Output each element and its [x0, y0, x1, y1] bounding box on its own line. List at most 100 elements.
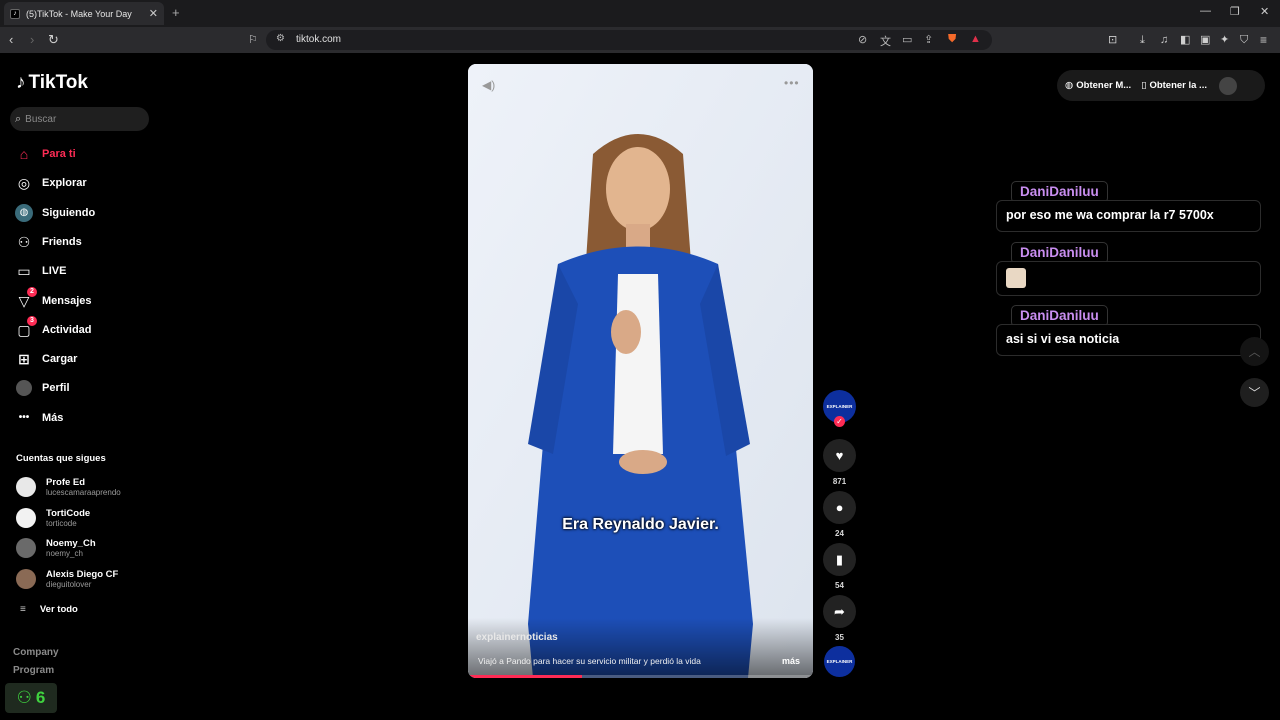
translate-icon[interactable]: 文	[880, 33, 891, 49]
nav-actividad[interactable]: ▢ 3 Actividad	[15, 316, 92, 339]
new-tab-icon[interactable]: +	[172, 5, 180, 20]
close-tab-icon[interactable]: ✕	[149, 7, 158, 20]
get-desktop-button[interactable]: ▯ Obtener la ...	[1141, 80, 1207, 91]
footer-program-link[interactable]: Program	[13, 665, 54, 676]
messages-icon: ▽ 2	[15, 287, 37, 310]
screenshot-icon[interactable]: ⊡	[1108, 32, 1117, 48]
friends-icon: ⚇	[17, 234, 31, 250]
chat-message: asi si vi esa noticia	[996, 324, 1261, 356]
music-disc-avatar[interactable]: EXPLAINER	[824, 646, 855, 677]
see-all-link[interactable]: ≡ Ver todo	[20, 604, 78, 615]
previous-video-button[interactable]: ︿	[1240, 337, 1269, 366]
list-icon: ≡	[20, 604, 26, 615]
chevron-down-icon: ﹀	[1248, 386, 1261, 400]
nav-mas[interactable]: ••• Más	[15, 409, 64, 427]
address-bar[interactable]: ⚙ tiktok.com ⊘ 文 ▭ ⇪ ⛊ ▲	[266, 30, 992, 50]
nav-cargar[interactable]: ⊞ Cargar	[15, 350, 77, 368]
messages-badge: 2	[27, 287, 37, 297]
nav-siguiendo[interactable]: ◍ Siguiendo	[15, 204, 95, 222]
activity-icon: ▢ 3	[15, 316, 37, 339]
video-bottom-gradient	[468, 618, 813, 678]
avatar	[16, 508, 36, 528]
account-handle: torticode	[46, 519, 77, 528]
footer-company-link[interactable]: Company	[13, 647, 59, 658]
chat-message: por eso me wa comprar la r7 5700x	[996, 200, 1261, 232]
avatar	[16, 477, 36, 497]
compass-icon: ◎	[17, 175, 31, 191]
vpn-icon[interactable]: ⛉	[1240, 32, 1248, 48]
following-accounts-title: Cuentas que sigues	[16, 453, 106, 464]
reload-icon[interactable]: ↻	[48, 32, 59, 48]
bookmark-icon[interactable]: ⚐	[248, 32, 258, 48]
next-video-button[interactable]: ﹀	[1240, 378, 1269, 407]
minimize-icon[interactable]: —	[1200, 5, 1211, 17]
browser-toolbar: ‹ › ↻ ⚐ ⚙ tiktok.com ⊘ 文 ▭ ⇪ ⛊ ▲ ⊡ ⤓ ♫ ◧…	[0, 27, 1280, 53]
url-text: tiktok.com	[296, 34, 342, 45]
save-count: 54	[835, 581, 844, 590]
get-app-button[interactable]: ◍ Obtener M...	[1065, 80, 1131, 91]
upload-icon: ⊞	[18, 351, 30, 367]
chat-emote-image	[1006, 268, 1026, 288]
nav-friends[interactable]: ⚇ Friends	[15, 233, 82, 251]
video-progress-bar[interactable]	[468, 675, 813, 678]
video-author[interactable]: explainernoticias	[476, 632, 558, 643]
account-handle: noemy_ch	[46, 549, 83, 558]
account-name: TortiCode	[46, 508, 91, 519]
ai-icon[interactable]: ✦	[1220, 32, 1229, 48]
download-icon[interactable]: ⤓	[1140, 32, 1145, 48]
browser-tab[interactable]: ♪ (5)TikTok - Make Your Day ✕	[4, 2, 164, 25]
reader-icon[interactable]: ⊘	[858, 33, 867, 46]
get-app-bar: ◍ Obtener M... ▯ Obtener la ...	[1057, 70, 1265, 101]
brave-shield-icon[interactable]: ⛊	[948, 33, 956, 46]
comment-button[interactable]: ●	[823, 491, 856, 524]
video-subtitle: Era Reynaldo Javier.	[562, 516, 719, 533]
more-icon: •••	[18, 412, 30, 423]
picture-in-picture-icon[interactable]: ▭	[902, 33, 912, 46]
forward-icon[interactable]: ›	[30, 32, 34, 48]
tab-title: (5)TikTok - Make Your Day	[26, 8, 132, 19]
followed-account[interactable]: TortiCode torticode	[16, 508, 90, 528]
viewer-count: 6	[35, 688, 46, 707]
nav-live[interactable]: ▭ LIVE	[15, 262, 66, 280]
browser-tab-bar: ♪ (5)TikTok - Make Your Day ✕ + — ❐ ✕	[0, 0, 1280, 27]
video-player[interactable]: ◀) ••• Era Reynaldo Javier. explainernot…	[468, 64, 813, 678]
nav-mensajes[interactable]: ▽ 2 Mensajes	[15, 287, 92, 310]
tiktok-logo[interactable]: ♪ TikTok	[16, 72, 88, 94]
wallet-icon[interactable]: ▣	[1200, 32, 1210, 48]
tiktok-note-icon: ♪	[16, 72, 26, 93]
followed-account[interactable]: Profe Ed lucescamaraaprendo	[16, 477, 121, 497]
account-handle: lucescamaraaprendo	[46, 488, 121, 497]
get-desktop-label: Obtener la ...	[1149, 80, 1207, 91]
nav-explorar[interactable]: ◎ Explorar	[15, 174, 87, 192]
account-name: Noemy_Ch	[46, 538, 96, 549]
tiktok-favicon-icon: ♪	[10, 8, 20, 19]
search-input[interactable]: ⌕ Buscar	[10, 107, 149, 131]
account-name: Alexis Diego CF	[46, 569, 119, 580]
sidebar-icon[interactable]: ◧	[1180, 32, 1190, 48]
nav-label: Más	[42, 412, 64, 424]
rewards-icon[interactable]: ▲	[970, 33, 981, 45]
creator-avatar-label: EXPLAINER	[826, 404, 853, 409]
media-icon[interactable]: ♫	[1160, 32, 1168, 48]
follow-check-icon[interactable]: ✓	[834, 416, 845, 427]
nav-label: Para ti	[42, 148, 76, 160]
volume-icon[interactable]: ◀)	[482, 78, 495, 92]
followed-account[interactable]: Noemy_Ch noemy_ch	[16, 538, 96, 558]
share-icon[interactable]: ⇪	[924, 33, 933, 46]
phone-icon: ▯	[1141, 80, 1147, 91]
site-info-icon[interactable]: ⚙	[276, 33, 285, 44]
followed-account[interactable]: Alexis Diego CF dieguitolover	[16, 569, 118, 589]
like-button[interactable]: ♥	[823, 439, 856, 472]
menu-icon[interactable]: ≡	[1260, 32, 1267, 48]
more-button[interactable]: más	[782, 656, 800, 666]
save-button[interactable]: ▮	[823, 543, 856, 576]
nav-perfil[interactable]: Perfil	[15, 380, 70, 396]
restore-icon[interactable]: ❐	[1230, 5, 1240, 18]
nav-para-ti[interactable]: ⌂ Para ti	[15, 145, 76, 163]
back-icon[interactable]: ‹	[9, 32, 13, 48]
people-icon: ⚇	[16, 688, 32, 707]
close-window-icon[interactable]: ✕	[1260, 5, 1269, 18]
share-button[interactable]: ➦	[823, 595, 856, 628]
user-avatar[interactable]	[1218, 76, 1237, 95]
video-options-icon[interactable]: •••	[784, 76, 800, 90]
